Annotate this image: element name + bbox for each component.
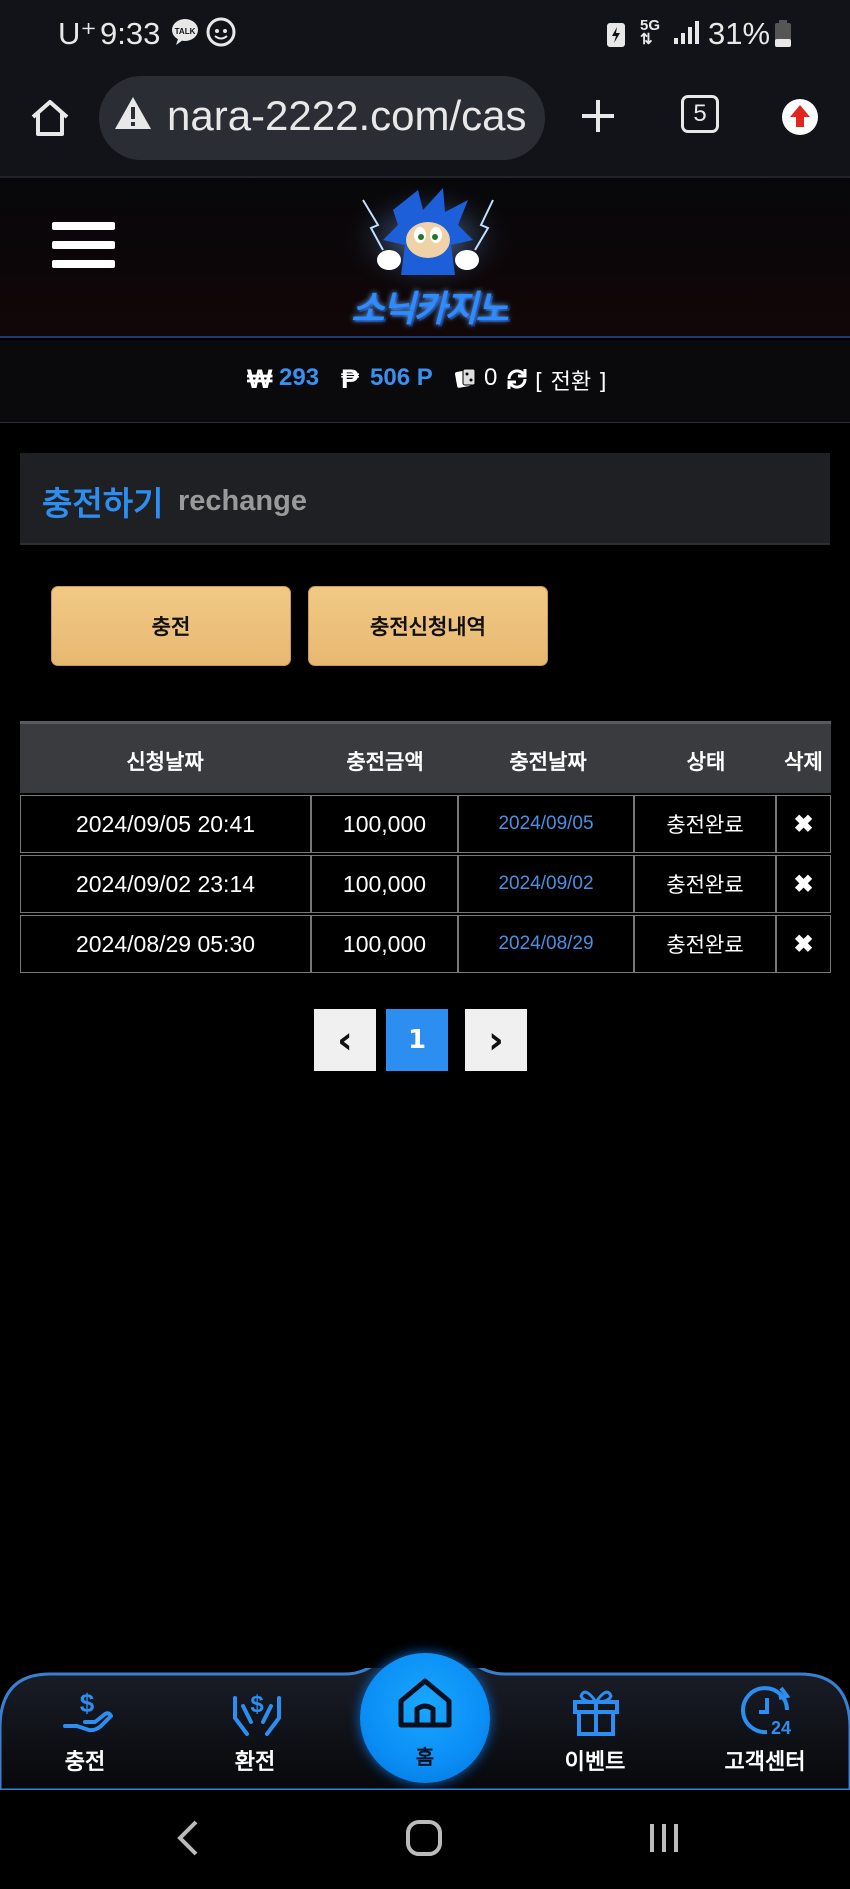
battery-percent: 31% <box>708 16 771 51</box>
delete-icon[interactable]: ✖ <box>776 915 831 973</box>
tab-switcher-button[interactable]: 5 <box>681 95 719 133</box>
svg-text:24: 24 <box>771 1718 791 1738</box>
network-label: 5G <box>640 17 661 34</box>
nav-item-exchange[interactable]: $ 환전 <box>185 1678 325 1783</box>
carrier-label: U⁺ <box>58 16 97 51</box>
amount-cell: 100,000 <box>311 915 458 973</box>
status-cell: 충전완료 <box>634 855 776 913</box>
won-symbol: ₩ <box>247 364 273 394</box>
table-row: 2024/09/02 23:14 100,000 2024/09/02 충전완료… <box>20 855 831 915</box>
support-24-icon: 24 <box>739 1684 795 1744</box>
back-icon[interactable] <box>170 1818 206 1862</box>
home-icon <box>395 1675 455 1733</box>
status-bar: U⁺ 9:33 TALK 5G ⇅ 31% <box>0 0 850 66</box>
charge-date-cell: 2024/09/02 <box>458 855 634 913</box>
status-cell: 충전완료 <box>634 915 776 973</box>
nav-item-home[interactable]: 홈 <box>360 1653 490 1783</box>
column-header-charge-date: 충전날짜 <box>509 750 587 774</box>
hands-money-icon: $ <box>229 1684 285 1744</box>
face-icon <box>205 16 237 52</box>
request-date-cell: 2024/09/02 23:14 <box>20 855 311 913</box>
point-symbol: ₱ <box>341 364 360 394</box>
refresh-icon[interactable] <box>505 367 529 395</box>
delete-icon[interactable]: ✖ <box>776 795 831 853</box>
hand-dollar-icon: $ <box>61 1686 113 1742</box>
page-subtitle: rechange <box>178 485 307 517</box>
section-header: 충전하기 rechange <box>20 453 830 545</box>
url-text: nara-2222.com/cash <box>167 92 527 139</box>
table-row: 2024/09/05 20:41 100,000 2024/09/05 충전완료… <box>20 795 831 855</box>
charge-button[interactable]: 충전 <box>51 586 291 666</box>
svg-text:$: $ <box>80 1688 95 1718</box>
svg-text:$: $ <box>250 1691 264 1718</box>
recent-apps-icon[interactable] <box>644 1818 684 1862</box>
menu-bar <box>52 241 115 249</box>
browser-home-icon[interactable] <box>28 96 72 144</box>
request-date-cell: 2024/08/29 05:30 <box>20 915 311 973</box>
gift-icon <box>569 1684 623 1742</box>
menu-bar <box>52 260 115 268</box>
nav-item-support[interactable]: 24 고객센터 <box>695 1678 835 1783</box>
column-header-delete: 삭제 <box>784 750 823 774</box>
android-navigation-bar <box>0 1790 850 1889</box>
nav-label: 홈 <box>415 1745 435 1769</box>
network-type-icon: 5G ⇅ <box>640 17 661 48</box>
hamburger-menu-button[interactable] <box>40 206 130 280</box>
battery-icon <box>774 20 792 52</box>
point-balance: 506 P <box>370 364 433 391</box>
update-icon[interactable] <box>781 98 819 140</box>
amount-cell: 100,000 <box>311 795 458 853</box>
chip-balance: 0 <box>484 364 498 391</box>
prev-page-button[interactable]: ‹ <box>314 1009 376 1071</box>
svg-text:TALK: TALK <box>175 27 196 36</box>
warning-icon <box>113 94 153 138</box>
nav-label: 고객센터 <box>724 1750 806 1775</box>
charge-date-cell: 2024/09/05 <box>458 795 634 853</box>
status-cell: 충전완료 <box>634 795 776 853</box>
nav-label: 충전 <box>64 1750 106 1775</box>
convert-link[interactable]: [ 전환 ] <box>535 364 607 396</box>
new-tab-icon[interactable] <box>578 96 618 140</box>
charge-history-button[interactable]: 충전신청내역 <box>308 586 548 666</box>
bottom-navigation: $ 충전 $ 환전 홈 이벤트 24 고객센터 <box>0 1653 850 1790</box>
logo-text: 소닉카지노 <box>351 289 509 330</box>
money-balance: 293 <box>279 364 320 391</box>
dice-icon <box>455 368 477 394</box>
site-logo[interactable]: 소닉카지노 <box>323 180 533 330</box>
column-header-request-date: 신청날짜 <box>126 750 204 774</box>
column-header-status: 상태 <box>686 750 726 774</box>
page-title: 충전하기 <box>42 484 164 523</box>
nav-item-charge[interactable]: $ 충전 <box>15 1678 155 1783</box>
table-row: 2024/08/29 05:30 100,000 2024/08/29 충전완료… <box>20 915 831 975</box>
table-header: 신청날짜 충전금액 충전날짜 상태 삭제 <box>20 721 831 793</box>
amount-cell: 100,000 <box>311 855 458 913</box>
browser-toolbar: nara-2222.com/cash 5 <box>0 66 850 176</box>
battery-saver-icon <box>605 20 627 52</box>
nav-label: 환전 <box>234 1750 276 1775</box>
kakaotalk-icon: TALK <box>170 17 200 51</box>
nav-label: 이벤트 <box>564 1750 626 1775</box>
menu-bar <box>52 222 115 230</box>
column-header-amount: 충전금액 <box>346 750 424 774</box>
charge-date-cell: 2024/08/29 <box>458 915 634 973</box>
page-1-button[interactable]: 1 <box>386 1009 448 1071</box>
request-date-cell: 2024/09/05 20:41 <box>20 795 311 853</box>
signal-icon <box>672 20 702 50</box>
balance-bar: ₩ 293 ₱ 506 P 0 [ 전환 ] <box>0 340 850 423</box>
next-page-button[interactable]: › <box>465 1009 527 1071</box>
nav-item-event[interactable]: 이벤트 <box>525 1678 665 1783</box>
delete-icon[interactable]: ✖ <box>776 855 831 913</box>
android-home-icon[interactable] <box>404 1818 444 1862</box>
url-bar[interactable]: nara-2222.com/cash <box>99 76 545 160</box>
clock-time: 9:33 <box>100 16 161 51</box>
site-header: 소닉카지노 <box>0 176 850 338</box>
